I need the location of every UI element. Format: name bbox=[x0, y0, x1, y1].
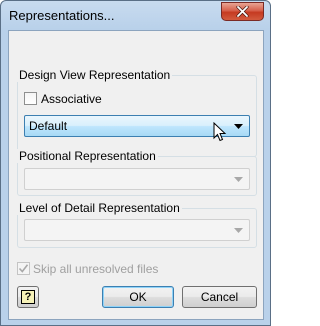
help-icon: ? bbox=[21, 290, 35, 304]
mouse-cursor-icon bbox=[213, 122, 227, 142]
dropdown-arrow-icon bbox=[234, 228, 243, 233]
positional-group-label: Positional Representation bbox=[17, 149, 158, 163]
help-button[interactable]: ? bbox=[17, 286, 39, 308]
dropdown-arrow-icon bbox=[234, 124, 243, 129]
dropdown-arrow-icon bbox=[234, 177, 243, 182]
title-bar[interactable]: Representations... bbox=[1, 1, 270, 31]
window-title: Representations... bbox=[9, 8, 115, 23]
close-button[interactable] bbox=[221, 2, 264, 21]
dialog-window: Representations... Design View Represent… bbox=[0, 0, 271, 326]
dialog-client-area: Design View Representation Associative D… bbox=[8, 30, 264, 320]
close-icon bbox=[236, 6, 249, 17]
positional-combo[interactable] bbox=[24, 168, 250, 190]
level-of-detail-group-label: Level of Detail Representation bbox=[17, 201, 182, 215]
associative-checkbox[interactable] bbox=[24, 92, 37, 105]
cancel-button[interactable]: Cancel bbox=[182, 286, 257, 308]
skip-unresolved-label: Skip all unresolved files bbox=[33, 262, 159, 276]
design-view-combo-value: Default bbox=[29, 119, 68, 133]
checkmark-icon bbox=[18, 264, 29, 273]
skip-unresolved-checkbox[interactable] bbox=[17, 262, 30, 275]
associative-label[interactable]: Associative bbox=[41, 92, 102, 106]
design-view-group-label: Design View Representation bbox=[17, 68, 173, 82]
ok-button[interactable]: OK bbox=[102, 286, 174, 308]
level-of-detail-combo[interactable] bbox=[24, 219, 250, 241]
